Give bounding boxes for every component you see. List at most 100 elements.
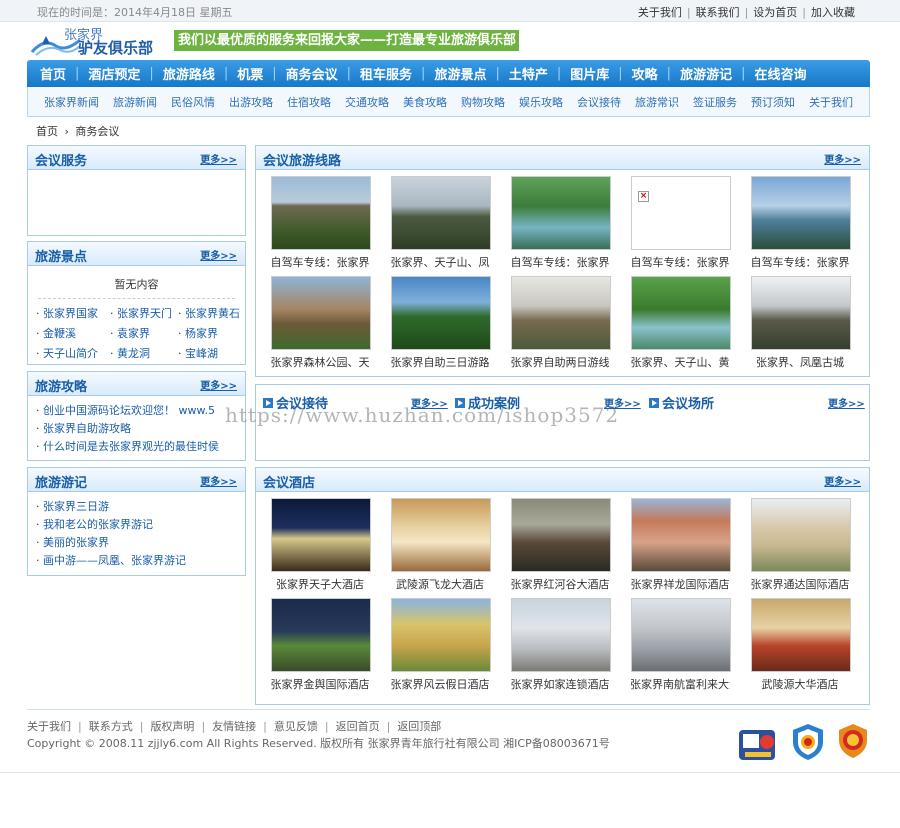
subnav-item[interactable]: 预订须知 (751, 94, 795, 110)
top-link-homepage[interactable]: 设为首页 (753, 6, 797, 19)
hotel-thumbnail[interactable] (631, 598, 731, 672)
more-link[interactable]: 更多>> (200, 473, 237, 488)
hotel-caption[interactable]: 张家界天子大酒店 (270, 578, 370, 592)
venues-title[interactable]: 会议场所 (649, 393, 714, 412)
route-thumbnail[interactable] (631, 276, 731, 350)
hotel-thumbnail[interactable] (271, 598, 371, 672)
more-link[interactable]: 更多>> (200, 377, 237, 392)
nav-car-rental[interactable]: 租车服务 | (360, 64, 434, 83)
hotel-card[interactable]: 张家界红河谷大酒店 (510, 498, 612, 592)
hotel-caption[interactable]: 张家界如家连锁酒店 (510, 678, 610, 692)
hotel-card[interactable]: 张家界金舆国际酒店 (270, 598, 372, 692)
scenic-link[interactable]: 张家界黄石 (178, 305, 248, 321)
route-card[interactable]: × 自驾车专线：张家界 (630, 176, 732, 270)
route-caption[interactable]: 自驾车专线：张家界 (630, 256, 730, 270)
nav-specialty[interactable]: 土特产 | (509, 64, 570, 83)
hotel-thumbnail[interactable] (511, 598, 611, 672)
hotel-caption[interactable]: 张家界红河谷大酒店 (510, 578, 610, 592)
guide-link[interactable]: 张家界自助游攻略 (36, 420, 237, 438)
nav-scenic[interactable]: 旅游景点 | (434, 64, 508, 83)
route-thumbnail[interactable] (391, 276, 491, 350)
more-link[interactable]: 更多>> (200, 247, 237, 262)
route-card[interactable]: 张家界自助三日游路 (390, 276, 492, 370)
footer-link[interactable]: 返回顶部 (397, 720, 441, 733)
subnav-item[interactable]: 签证服务 (693, 94, 737, 110)
top-link-about[interactable]: 关于我们 (638, 6, 682, 19)
route-card[interactable]: 张家界、天子山、黄 (630, 276, 732, 370)
footer-link[interactable]: 友情链接 (212, 720, 256, 733)
hotel-card[interactable]: 张家界风云假日酒店 (390, 598, 492, 692)
more-link[interactable]: 更多>> (824, 151, 861, 166)
site-logo[interactable]: 张家界 驴友俱乐部 (30, 24, 160, 58)
scenic-link[interactable]: 黄龙洞 (110, 345, 178, 361)
more-link[interactable]: 更多>> (824, 473, 861, 488)
guide-link[interactable]: 什么时间是去张家界观光的最佳时侯 (36, 438, 237, 456)
more-link[interactable]: 更多>> (200, 151, 237, 166)
hotel-card[interactable]: 张家界天子大酒店 (270, 498, 372, 592)
travelogue-link[interactable]: 美丽的张家界 (36, 534, 237, 552)
subnav-item[interactable]: 交通攻略 (345, 94, 389, 110)
route-caption[interactable]: 自驾车专线：张家界 (510, 256, 610, 270)
route-caption[interactable]: 张家界森林公园、天 (270, 356, 370, 370)
top-link-contact[interactable]: 联系我们 (696, 6, 740, 19)
subnav-item[interactable]: 住宿攻略 (287, 94, 331, 110)
route-thumbnail[interactable] (511, 176, 611, 250)
trust-shield-icon[interactable] (790, 722, 826, 762)
subnav-item[interactable]: 娱乐攻略 (519, 94, 563, 110)
nav-gallery[interactable]: 图片库 | (570, 64, 631, 83)
route-thumbnail[interactable] (271, 176, 371, 250)
hotel-thumbnail[interactable] (511, 498, 611, 572)
hotel-card[interactable]: 武陵源大华酒店 (750, 598, 852, 692)
route-thumbnail[interactable]: × (631, 176, 731, 250)
scenic-link[interactable]: 金鞭溪 (36, 325, 110, 341)
travelogue-link[interactable]: 我和老公的张家界游记 (36, 516, 237, 534)
nav-routes[interactable]: 旅游路线 | (163, 64, 237, 83)
certification-shield-icon[interactable] (836, 722, 870, 760)
hotel-caption[interactable]: 武陵源大华酒店 (750, 678, 850, 692)
hotel-thumbnail[interactable] (631, 498, 731, 572)
route-card[interactable]: 自驾车专线：张家界 (270, 176, 372, 270)
hotel-card[interactable]: 张家界通达国际酒店 (750, 498, 852, 592)
scenic-link[interactable]: 张家界国家 (36, 305, 110, 321)
hotel-caption[interactable]: 张家界南航富利来大酒店 (630, 678, 730, 692)
route-card[interactable]: 自驾车专线：张家界 (750, 176, 852, 270)
hotel-thumbnail[interactable] (271, 498, 371, 572)
subnav-item[interactable]: 旅游新闻 (113, 94, 157, 110)
route-caption[interactable]: 自驾车专线：张家界 (270, 256, 370, 270)
nav-home[interactable]: 首页 | (40, 64, 88, 83)
scenic-link[interactable]: 杨家界 (178, 325, 248, 341)
route-caption[interactable]: 张家界、天子山、凤 (390, 256, 490, 270)
route-card[interactable]: 张家界、天子山、凤 (390, 176, 492, 270)
scenic-link[interactable]: 天子山简介 (36, 345, 110, 361)
breadcrumb-home[interactable]: 首页 (36, 125, 58, 138)
hotel-thumbnail[interactable] (751, 598, 851, 672)
route-thumbnail[interactable] (751, 176, 851, 250)
footer-link[interactable]: 联系方式 (89, 720, 133, 733)
hotel-caption[interactable]: 张家界通达国际酒店 (750, 578, 850, 592)
more-link[interactable]: 更多>> (828, 395, 865, 410)
route-caption[interactable]: 张家界自助三日游路 (390, 356, 490, 370)
route-thumbnail[interactable] (391, 176, 491, 250)
subnav-item[interactable]: 民俗风情 (171, 94, 215, 110)
subnav-item[interactable]: 关于我们 (809, 94, 853, 110)
nav-guides[interactable]: 攻略 | (632, 64, 680, 83)
route-caption[interactable]: 张家界自助两日游线 (510, 356, 610, 370)
hotel-caption[interactable]: 张家界金舆国际酒店 (270, 678, 370, 692)
travelogue-link[interactable]: 张家界三日游 (36, 498, 237, 516)
footer-link[interactable]: 关于我们 (27, 720, 71, 733)
route-card[interactable]: 张家界自助两日游线 (510, 276, 612, 370)
nav-travelogue[interactable]: 旅游游记 | (680, 64, 754, 83)
hotel-caption[interactable]: 张家界风云假日酒店 (390, 678, 490, 692)
route-thumbnail[interactable] (511, 276, 611, 350)
route-caption[interactable]: 张家界、天子山、黄 (630, 356, 730, 370)
route-card[interactable]: 自驾车专线：张家界 (510, 176, 612, 270)
subnav-item[interactable]: 会议接待 (577, 94, 621, 110)
route-card[interactable]: 张家界森林公园、天 (270, 276, 372, 370)
hotel-card[interactable]: 张家界南航富利来大酒店 (630, 598, 732, 692)
travelogue-link[interactable]: 画中游——凤凰、张家界游记 (36, 552, 237, 570)
hotel-card[interactable]: 张家界如家连锁酒店 (510, 598, 612, 692)
subnav-item[interactable]: 出游攻略 (229, 94, 273, 110)
hotel-card[interactable]: 张家界祥龙国际酒店 (630, 498, 732, 592)
subnav-item[interactable]: 购物攻略 (461, 94, 505, 110)
route-thumbnail[interactable] (271, 276, 371, 350)
